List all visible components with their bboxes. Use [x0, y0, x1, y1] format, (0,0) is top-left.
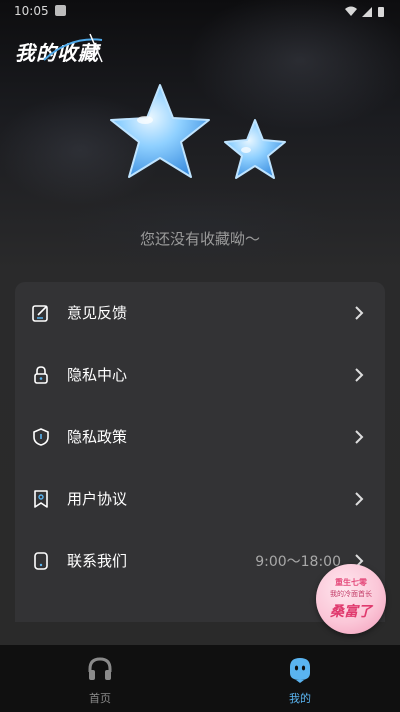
headphones-icon	[88, 657, 112, 680]
phone-icon	[34, 552, 48, 570]
lock-icon	[34, 366, 48, 384]
my-favorites-screen: 10:05 我的收藏 您还没有收藏呦～ 意见反馈 隐私中心 隐私政策 用户协议 …	[0, 0, 400, 712]
menu-item-label: 用户协议	[67, 490, 128, 508]
chevron-right-icon	[355, 430, 364, 444]
chevron-right-icon	[355, 306, 364, 320]
profile-face-icon	[290, 658, 310, 683]
battery-icon	[378, 7, 384, 17]
status-time: 10:05	[14, 4, 49, 18]
signal-icon	[362, 7, 372, 17]
menu-item-label: 联系我们	[67, 552, 128, 570]
tab-home[interactable]: 首页	[0, 645, 200, 712]
promo-subtitle: 我的冷面首长	[330, 590, 372, 598]
chevron-right-icon	[355, 492, 364, 506]
chevron-right-icon	[355, 368, 364, 382]
feedback-edit-icon	[32, 305, 48, 322]
empty-stars-illustration	[110, 84, 286, 179]
small-star-icon	[224, 119, 286, 179]
tab-home-label: 首页	[89, 692, 111, 705]
empty-favorites-message: 您还没有收藏呦～	[139, 230, 260, 248]
title-swoosh-decoration	[43, 33, 103, 63]
menu-item-feedback[interactable]: 意见反馈	[15, 282, 385, 344]
contact-hours: 9:00～18:00	[255, 554, 341, 570]
bottom-navigation: 首页 我的	[0, 645, 400, 712]
shield-icon	[33, 428, 49, 446]
menu-item-privacy-policy[interactable]: 隐私政策	[15, 406, 385, 468]
wifi-icon	[345, 6, 357, 16]
tab-mine-label: 我的	[289, 692, 311, 705]
promo-tagline: 桑富了	[330, 604, 372, 620]
menu-item-label: 隐私政策	[67, 428, 128, 446]
tab-mine[interactable]: 我的	[200, 645, 400, 712]
menu-item-privacy-center[interactable]: 隐私中心	[15, 344, 385, 406]
big-star-icon	[110, 84, 210, 178]
menu-item-label: 隐私中心	[67, 366, 128, 384]
agreement-icon	[34, 490, 48, 508]
floating-promo-badge[interactable]: 重生七零 我的冷面首长 桑富了	[316, 564, 386, 634]
notification-icon	[55, 5, 66, 16]
promo-title: 重生七零	[335, 578, 367, 587]
status-bar: 10:05	[0, 0, 400, 24]
menu-item-user-agreement[interactable]: 用户协议	[15, 468, 385, 530]
menu-item-label: 意见反馈	[67, 304, 128, 322]
status-system-icons	[345, 6, 384, 17]
